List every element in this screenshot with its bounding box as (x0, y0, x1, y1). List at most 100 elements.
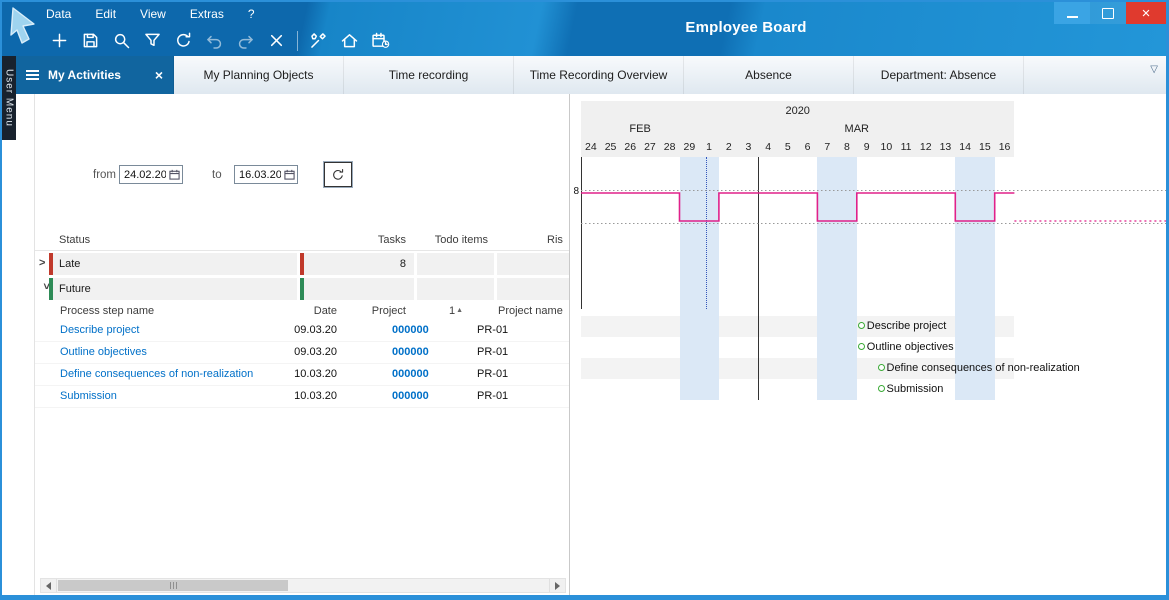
milestone-icon[interactable] (858, 343, 865, 350)
project-name: PR-01 (477, 368, 508, 380)
tools-button[interactable] (303, 27, 334, 54)
project-link[interactable]: 000000 (392, 368, 429, 380)
refresh-icon (330, 167, 346, 183)
add-icon (49, 30, 70, 51)
sort-ascending-icon: ▲ (456, 307, 463, 314)
milestone-label: Describe project (867, 320, 946, 332)
project-link[interactable]: 000000 (392, 324, 429, 336)
milestone-label: Submission (887, 383, 944, 395)
redo-button[interactable] (230, 27, 261, 54)
scroll-right-button[interactable] (549, 579, 565, 592)
tab-overflow-icon[interactable]: ▽ (1150, 64, 1158, 75)
gantt-day-label: 6 (798, 139, 818, 155)
tab-label: Time recording (389, 68, 469, 82)
menu-extras[interactable]: Extras (190, 7, 224, 21)
app-logo-cursor-icon (6, 5, 42, 51)
task-row-define-consequences-of-non-realization[interactable]: Define consequences of non-realization10… (35, 364, 569, 386)
project-name: PR-01 (477, 390, 508, 402)
gantt-year-label: 2020 (581, 103, 1014, 119)
search-button[interactable] (106, 27, 137, 54)
gantt-day-label: 16 (995, 139, 1015, 155)
filter-button[interactable] (137, 27, 168, 54)
process-step-link[interactable]: Define consequences of non-realization (60, 368, 253, 380)
apply-refresh-button[interactable] (324, 162, 352, 187)
column-header-project-name[interactable]: Project name (498, 305, 563, 317)
menu-help[interactable]: ? (248, 7, 255, 21)
task-row-submission[interactable]: Submission10.03.20000000PR-01 (35, 386, 569, 408)
column-header-project[interactable]: Project (346, 305, 406, 317)
home-icon (339, 30, 360, 51)
gantt-day-label: 4 (758, 139, 778, 155)
save-button[interactable] (75, 27, 106, 54)
tab-time-recording-overview[interactable]: Time Recording Overview (514, 56, 684, 94)
gantt-day-label: 24 (581, 139, 601, 155)
process-step-link[interactable]: Outline objectives (60, 346, 147, 358)
calendar-icon[interactable] (284, 169, 295, 180)
scroll-left-button[interactable] (41, 579, 57, 592)
minimize-button[interactable] (1054, 2, 1090, 24)
window-title: Employee Board (621, 19, 871, 36)
home-button[interactable] (334, 27, 365, 54)
task-date: 09.03.20 (285, 346, 337, 358)
maximize-icon (1102, 8, 1114, 19)
column-header-risks[interactable]: Ris (547, 234, 563, 246)
status-table-header: Status Tasks Todo items Ris (35, 232, 569, 251)
process-step-link[interactable]: Submission (60, 390, 117, 402)
column-header-tasks[interactable]: Tasks (300, 234, 406, 246)
column-header-process-step-name[interactable]: Process step name (60, 305, 154, 317)
tab-label: My Activities (48, 68, 149, 82)
process-step-link[interactable]: Describe project (60, 324, 139, 336)
close-icon: × (1142, 6, 1151, 21)
tab-label: Department: Absence (881, 68, 996, 82)
refresh-icon (173, 30, 194, 51)
menu-bar: Data Edit View Extras? (46, 7, 255, 21)
sort-indicator[interactable]: 1▲ (449, 305, 463, 317)
tab-my-planning-objects[interactable]: My Planning Objects (174, 56, 344, 94)
status-group-future[interactable]: >Future (35, 278, 569, 300)
tab-label: Absence (745, 68, 792, 82)
column-header-date[interactable]: Date (285, 305, 337, 317)
calendar-icon[interactable] (169, 169, 180, 180)
menu-data[interactable]: Data (46, 7, 71, 21)
project-link[interactable]: 000000 (392, 390, 429, 402)
add-button[interactable] (44, 27, 75, 54)
tab-label: Time Recording Overview (530, 68, 668, 82)
milestone-icon[interactable] (878, 364, 885, 371)
menu-edit[interactable]: Edit (95, 7, 116, 21)
column-header-status[interactable]: Status (59, 234, 90, 246)
tab-my-activities[interactable]: My Activities × (16, 56, 174, 94)
group-todo-cell (417, 253, 494, 275)
column-header-todo-items[interactable]: Todo items (417, 234, 488, 246)
project-name: PR-01 (477, 346, 508, 358)
user-menu-strip[interactable]: User Menu (2, 56, 16, 140)
hamburger-icon[interactable] (26, 70, 39, 80)
capacity-chart (570, 157, 1166, 257)
gantt-day-label: 28 (660, 139, 680, 155)
undo-icon (204, 30, 225, 51)
undo-button[interactable] (199, 27, 230, 54)
scroll-left-icon (46, 582, 51, 590)
tab-close-icon[interactable]: × (155, 67, 163, 83)
gantt-day-label: 5 (778, 139, 798, 155)
gantt-day-label: 10 (877, 139, 897, 155)
horizontal-scrollbar[interactable] (40, 578, 566, 593)
tab-department-absence[interactable]: Department: Absence (854, 56, 1024, 94)
window-controls: × (1054, 2, 1166, 24)
status-table: Status Tasks Todo items Ris >Late8 >Futur… (35, 232, 569, 408)
project-link[interactable]: 000000 (392, 346, 429, 358)
task-row-describe-project[interactable]: Describe project09.03.20000000PR-01 (35, 320, 569, 342)
tab-time-recording[interactable]: Time recording (344, 56, 514, 94)
milestone-icon[interactable] (878, 385, 885, 392)
menu-view[interactable]: View (140, 7, 166, 21)
calendar-clock-button[interactable] (365, 27, 396, 54)
milestone-icon[interactable] (858, 322, 865, 329)
task-row-outline-objectives[interactable]: Outline objectives 09.03.20 000000 PR-01 (35, 342, 569, 364)
gantt-day-label: 3 (739, 139, 759, 155)
status-group-late[interactable]: >Late8 (35, 253, 569, 275)
maximize-button[interactable] (1090, 2, 1126, 24)
refresh-button[interactable] (168, 27, 199, 54)
scrollbar-thumb[interactable] (58, 580, 288, 591)
close-button[interactable]: × (1126, 2, 1166, 24)
delete-button[interactable] (261, 27, 292, 54)
tab-absence[interactable]: Absence (684, 56, 854, 94)
